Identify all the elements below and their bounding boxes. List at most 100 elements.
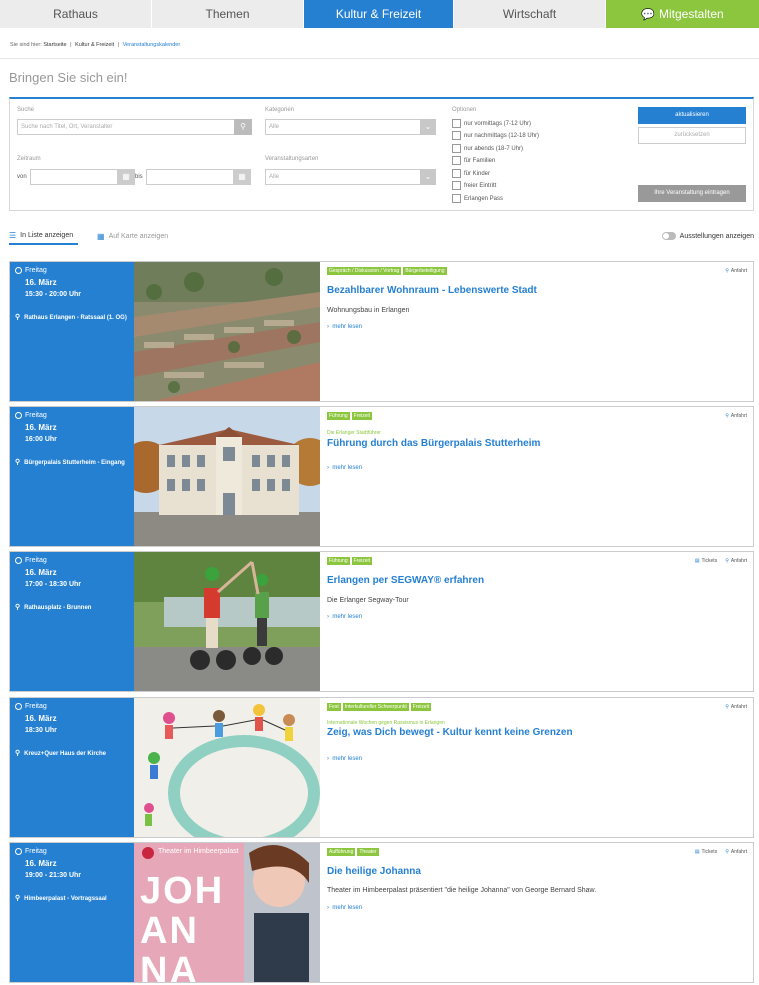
event-image-theatre-poster[interactable]: Theater im Himbeerpalast JOH AN NA (134, 843, 320, 982)
option-families[interactable]: für Familien (452, 156, 495, 165)
clock-icon (15, 267, 22, 274)
nav-tab-kultur-freizeit[interactable]: Kultur & Freizeit (304, 0, 454, 28)
location-label: Himbeerpalast - Vortragssaal (24, 896, 107, 902)
search-icon[interactable]: ⚲ (234, 119, 252, 135)
breadcrumb-separator: | (117, 42, 120, 48)
event-card[interactable]: Freitag 16. März 16:00 Uhr ⚲ Bürgerpalais… (9, 406, 754, 547)
event-image-palace[interactable] (134, 407, 320, 546)
event-title[interactable]: Bezahlbarer Wohnraum - Lebenswerte Stadt (327, 285, 537, 296)
map-pin-icon: ⚲ (725, 558, 729, 564)
read-more-link[interactable]: › mehr lesen (327, 614, 362, 620)
checkbox[interactable] (452, 131, 461, 140)
read-more-link[interactable]: › mehr lesen (327, 324, 362, 330)
directions-link[interactable]: ⚲ Anfahrt (725, 558, 747, 564)
event-tag[interactable]: Interkultureller Schwerpunkt (342, 703, 409, 711)
event-card[interactable]: Freitag 16. März 17:00 - 18:30 Uhr ⚲ Rath… (9, 551, 754, 692)
event-tag[interactable]: Führung (327, 412, 350, 420)
event-title[interactable]: Führung durch das Bürgerpalais Stutterhe… (327, 438, 540, 449)
event-image-children-circle[interactable] (134, 698, 320, 837)
option-children[interactable]: für Kinder (452, 169, 490, 178)
submit-event-button[interactable]: Ihre Veranstaltung eintragen (638, 185, 746, 202)
chevron-down-icon[interactable]: ⌄ (420, 169, 436, 185)
read-more-link[interactable]: › mehr lesen (327, 756, 362, 762)
ticket-icon: ▤ (694, 849, 700, 855)
directions-link[interactable]: ⚲ Anfahrt (725, 849, 747, 855)
option-label: für Kinder (464, 170, 491, 177)
event-title[interactable]: Erlangen per SEGWAY® erfahren (327, 575, 484, 586)
event-tag[interactable]: Theater (357, 848, 379, 856)
checkbox[interactable] (452, 144, 461, 153)
nav-tab-rathaus[interactable]: Rathaus (0, 0, 152, 28)
tickets-label: Tickets (701, 849, 718, 855)
event-tag[interactable]: Fest (327, 703, 341, 711)
option-label: nur vormittags (7-12 Uhr) (464, 120, 532, 127)
option-afternoon[interactable]: nur nachmittags (12-18 Uhr) (452, 131, 539, 140)
checkbox[interactable] (452, 119, 461, 128)
directions-link[interactable]: ⚲ Anfahrt (725, 413, 747, 419)
update-button[interactable]: aktualisieren (638, 107, 746, 124)
option-evening[interactable]: nur abends (18-7 Uhr) (452, 144, 523, 153)
event-links: ⚲ Anfahrt (725, 268, 747, 274)
event-date: 16. März (25, 714, 57, 723)
tab-map-view[interactable]: ▦ Auf Karte anzeigen (97, 229, 168, 243)
read-more-link[interactable]: › mehr lesen (327, 465, 362, 471)
categories-label: Kategorien (265, 107, 295, 113)
checkbox[interactable] (452, 156, 461, 165)
directions-link[interactable]: ⚲ Anfahrt (725, 268, 747, 274)
reset-button[interactable]: zurücksetzen (638, 127, 746, 144)
categories-select[interactable]: Alle (265, 119, 421, 135)
toggle-switch[interactable] (661, 232, 676, 240)
clock-icon (15, 848, 22, 855)
calendar-icon[interactable]: ▦ (117, 169, 135, 185)
event-content: Gespräch / Diskussion / Vortrag Bürgerbe… (327, 262, 753, 401)
date-to-input[interactable] (146, 169, 234, 185)
tab-list-view[interactable]: ☰ In Liste anzeigen (9, 229, 78, 245)
tickets-link[interactable]: ▤ Tickets (695, 849, 717, 855)
checkbox[interactable] (452, 169, 461, 178)
event-card[interactable]: Freitag 16. März 15:30 - 20:00 Uhr ⚲ Rath… (9, 261, 754, 402)
directions-link[interactable]: ⚲ Anfahrt (725, 704, 747, 710)
nav-tab-themen[interactable]: Themen (152, 0, 304, 28)
event-date-panel: Freitag 16. März 18:30 Uhr ⚲ Kreuz+Quer H… (10, 698, 134, 837)
event-card[interactable]: Freitag 16. März 18:30 Uhr ⚲ Kreuz+Quer H… (9, 697, 754, 838)
breadcrumb-kultur[interactable]: Kultur & Freizeit (75, 42, 114, 48)
chevron-right-icon: › (327, 905, 329, 911)
date-from-input[interactable] (30, 169, 118, 185)
nav-tab-mitgestalten[interactable]: 💬 Mitgestalten (606, 0, 759, 28)
types-select[interactable]: Alle (265, 169, 421, 185)
location-label: Kreuz+Quer Haus der Kirche (24, 751, 107, 757)
nav-tab-wirtschaft[interactable]: Wirtschaft (454, 0, 606, 28)
event-tag[interactable]: Führung (327, 557, 350, 565)
option-morning[interactable]: nur vormittags (7-12 Uhr) (452, 119, 531, 128)
checkbox[interactable] (452, 181, 461, 190)
event-location: ⚲ Himbeerpalast - Vortragssaal (15, 895, 130, 903)
event-card[interactable]: Freitag 16. März 19:00 - 21:30 Uhr ⚲ Himb… (9, 842, 754, 983)
chevron-right-icon: › (327, 756, 329, 762)
event-content: Führung Freizeit ▤ Tickets ⚲ Anfahrt Erlan… (327, 552, 753, 691)
checkbox[interactable] (452, 194, 461, 203)
view-switcher: ☰ In Liste anzeigen ▦ Auf Karte anzeigen A… (9, 229, 754, 247)
event-tag[interactable]: Gespräch / Diskussion / Vortrag (327, 267, 402, 275)
event-image-segway[interactable] (134, 552, 320, 691)
read-more-link[interactable]: › mehr lesen (327, 905, 362, 911)
event-tag[interactable]: Bürgerbeteiligung (403, 267, 447, 275)
chevron-down-icon[interactable]: ⌄ (420, 119, 436, 135)
tickets-link[interactable]: ▤ Tickets (695, 558, 717, 564)
option-free-entry[interactable]: freier Eintritt (452, 181, 496, 190)
option-erlangen-pass[interactable]: Erlangen Pass (452, 194, 503, 203)
event-tag[interactable]: Aufführung (327, 848, 356, 856)
event-content: Führung Freizeit ⚲ Anfahrt Die Erlanger S… (327, 407, 753, 546)
event-tag[interactable]: Freizeit (351, 412, 373, 420)
breadcrumb-home[interactable]: Startseite (43, 42, 66, 48)
event-weekday: Freitag (15, 703, 47, 710)
event-weekday: Freitag (15, 267, 47, 274)
event-image-aerial-city[interactable] (134, 262, 320, 401)
exhibitions-toggle[interactable]: Ausstellungen anzeigen (661, 229, 754, 243)
event-title[interactable]: Die heilige Johanna (327, 866, 421, 877)
event-tag[interactable]: Freizeit (351, 557, 373, 565)
calendar-icon[interactable]: ▦ (233, 169, 251, 185)
ticket-icon: ▤ (694, 558, 700, 564)
event-title[interactable]: Zeig, was Dich bewegt - Kultur kennt kei… (327, 727, 573, 738)
search-input[interactable]: Suche nach Titel, Ort, Veranstalter (17, 119, 235, 135)
event-tag[interactable]: Freizeit (410, 703, 432, 711)
